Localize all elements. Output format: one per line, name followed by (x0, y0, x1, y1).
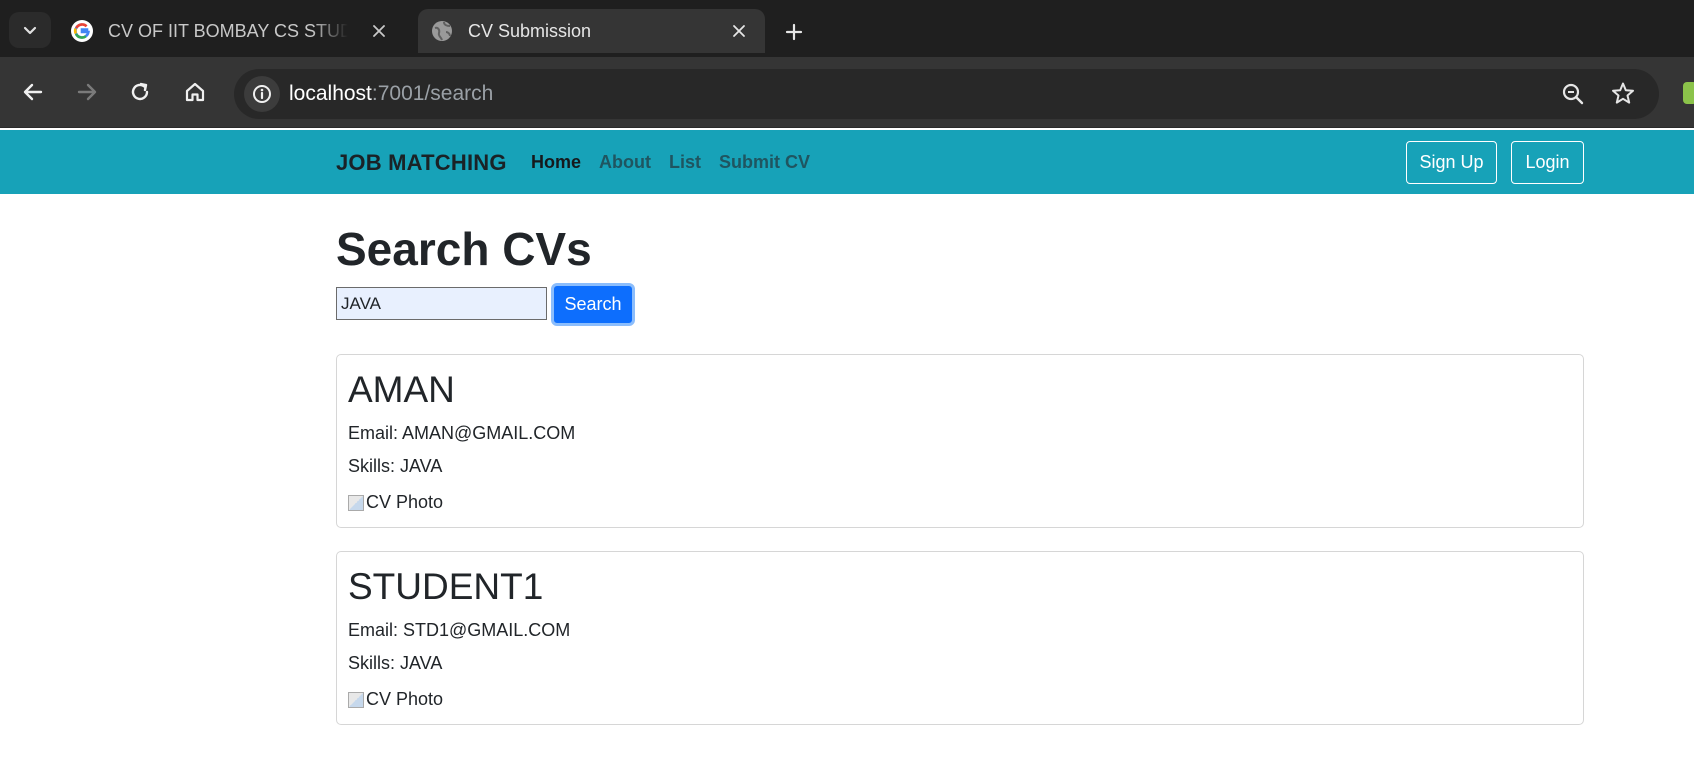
address-bar[interactable]: localhost:7001/search (234, 69, 1659, 119)
search-button[interactable]: Search (551, 283, 635, 326)
cv-photo-alt: CV Photo (366, 492, 444, 512)
sign-up-button[interactable]: Sign Up (1406, 141, 1497, 184)
nav-link-submit-cv[interactable]: Submit CV (719, 152, 810, 173)
cv-photo-alt: CV Photo (366, 689, 444, 709)
nav-link-home[interactable]: Home (531, 152, 581, 173)
cv-photo: CV Photo (348, 689, 443, 710)
chevron-down-icon (23, 26, 37, 35)
reload-icon (131, 82, 149, 101)
url-text: localhost:7001/search (289, 82, 493, 106)
zoom-icon[interactable] (1559, 80, 1587, 108)
brand-logo[interactable]: JOB MATCHING (336, 150, 507, 176)
url-host: localhost (289, 82, 372, 105)
broken-image-icon (348, 691, 364, 708)
extension-icon[interactable] (1683, 82, 1694, 104)
tab-title: CV Submission (468, 21, 592, 41)
tab-cv-of-iit-bombay[interactable]: CV OF IIT BOMBAY CS STUDENT (58, 9, 405, 53)
site-navbar: JOB MATCHING Home About List Submit CV S… (0, 130, 1694, 194)
result-email: Email: AMAN@GMAIL.COM (348, 423, 576, 443)
result-skills: Skills: JAVA (348, 653, 443, 673)
nav-link-about[interactable]: About (599, 152, 651, 173)
tab-cv-submission[interactable]: CV Submission (418, 9, 765, 53)
home-icon (185, 82, 205, 102)
home-button[interactable] (177, 74, 213, 110)
login-button[interactable]: Login (1511, 141, 1584, 184)
result-email: Email: STD1@GMAIL.COM (348, 620, 571, 640)
result-skills: Skills: JAVA (348, 456, 443, 476)
result-name: STUDENT1 (348, 566, 544, 607)
tab-search-button[interactable] (9, 12, 51, 48)
arrow-right-icon (77, 83, 97, 101)
result-card: AMAN Email: AMAN@GMAIL.COM Skills: JAVA … (336, 354, 1584, 528)
plus-icon (785, 23, 803, 41)
nav-link-list[interactable]: List (669, 152, 701, 173)
new-tab-button[interactable] (776, 14, 812, 50)
back-button[interactable] (15, 74, 51, 110)
cv-photo: CV Photo (348, 492, 443, 513)
page-title: Search CVs (336, 223, 592, 275)
bookmark-star-icon[interactable] (1609, 80, 1637, 108)
result-name: AMAN (348, 369, 455, 410)
close-tab-icon[interactable] (367, 19, 391, 43)
url-path: :7001/search (371, 82, 494, 105)
search-input[interactable] (336, 287, 547, 320)
close-tab-icon[interactable] (727, 19, 751, 43)
globe-icon (430, 19, 454, 43)
broken-image-icon (348, 494, 364, 511)
nav-links: Home About List Submit CV (531, 152, 810, 173)
forward-button[interactable] (69, 74, 105, 110)
tab-strip: CV OF IIT BOMBAY CS STUDENT CV Submissio… (0, 0, 1694, 57)
reload-button[interactable] (122, 74, 158, 110)
tab-title: CV OF IIT BOMBAY CS STUDENT (108, 21, 348, 41)
site-info-icon[interactable] (244, 76, 280, 112)
arrow-left-icon (23, 83, 43, 101)
browser-toolbar: localhost:7001/search (0, 57, 1694, 128)
google-g-icon (70, 19, 94, 43)
result-card: STUDENT1 Email: STD1@GMAIL.COM Skills: J… (336, 551, 1584, 725)
